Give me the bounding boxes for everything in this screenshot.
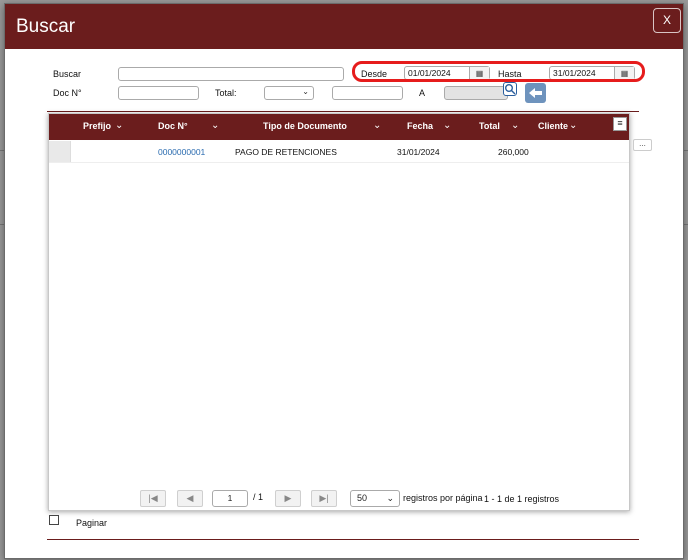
- more-options-button[interactable]: ...: [633, 139, 652, 151]
- dialog-header: Buscar X: [5, 4, 683, 49]
- column-header-prefijo[interactable]: Prefijo: [83, 114, 111, 140]
- chevron-down-icon: ⌄: [386, 493, 394, 503]
- back-arrow-button[interactable]: [525, 83, 546, 103]
- row-divider: [49, 162, 629, 163]
- table-cell-total: 260,000: [498, 147, 529, 157]
- per-page-select[interactable]: 50 ⌄: [350, 490, 400, 507]
- column-header-fecha[interactable]: Fecha: [407, 114, 433, 140]
- per-page-label: registros por página: [403, 493, 483, 503]
- column-header-tipo[interactable]: Tipo de Documento: [263, 114, 347, 140]
- table-cell-doc-link[interactable]: 0000000001: [158, 147, 205, 157]
- table-cell-fecha: 31/01/2024: [397, 147, 440, 157]
- last-page-button[interactable]: ▶|: [311, 490, 337, 507]
- chevron-down-icon[interactable]: ⌄: [443, 114, 451, 140]
- chevron-down-icon: ⌄: [302, 87, 309, 96]
- chevron-down-icon[interactable]: ⌄: [115, 114, 123, 140]
- buscar-input[interactable]: [118, 67, 344, 81]
- doc-label: Doc N°: [53, 88, 82, 98]
- next-page-button[interactable]: ▶: [275, 490, 301, 507]
- total-label: Total:: [215, 88, 237, 98]
- search-icon[interactable]: [503, 82, 517, 96]
- first-page-button[interactable]: |◀: [140, 490, 166, 507]
- table-header: Prefijo ⌄ Doc N° ⌄ Tipo de Documento ⌄ F…: [49, 114, 629, 140]
- prev-page-button[interactable]: ◀: [177, 490, 203, 507]
- table-cell-tipo: PAGO DE RETENCIONES: [235, 147, 337, 157]
- chevron-down-icon[interactable]: ⌄: [569, 114, 577, 140]
- a-value-input[interactable]: [444, 86, 508, 100]
- footer-divider: [47, 539, 639, 540]
- records-summary: 1 - 1 de 1 registros: [484, 494, 560, 504]
- page-total: / 1: [253, 492, 264, 502]
- chevron-down-icon[interactable]: ⌄: [211, 114, 219, 140]
- filters-divider: [47, 111, 639, 112]
- results-table: Prefijo ⌄ Doc N° ⌄ Tipo de Documento ⌄ F…: [48, 113, 630, 511]
- close-button[interactable]: X: [653, 8, 681, 33]
- per-page-value: 50: [357, 493, 368, 503]
- column-header-cliente[interactable]: Cliente: [538, 114, 568, 140]
- highlight-annotation: [352, 61, 645, 82]
- column-header-total[interactable]: Total: [479, 114, 500, 140]
- total-value-input[interactable]: [332, 86, 403, 100]
- total-operator-select[interactable]: ⌄: [264, 86, 314, 100]
- row-selector[interactable]: [49, 141, 71, 162]
- chevron-down-icon[interactable]: ⌄: [373, 114, 381, 140]
- column-header-doc[interactable]: Doc N°: [158, 114, 188, 140]
- a-label: A: [419, 88, 426, 98]
- doc-input[interactable]: [118, 86, 199, 100]
- dialog-title: Buscar: [16, 16, 76, 37]
- paginar-checkbox[interactable]: [49, 515, 59, 525]
- paginar-label: Paginar: [76, 518, 108, 528]
- column-menu-icon[interactable]: ≡: [613, 117, 627, 131]
- buscar-label: Buscar: [53, 69, 82, 79]
- chevron-down-icon[interactable]: ⌄: [511, 114, 519, 140]
- page-number-input[interactable]: 1: [212, 490, 248, 507]
